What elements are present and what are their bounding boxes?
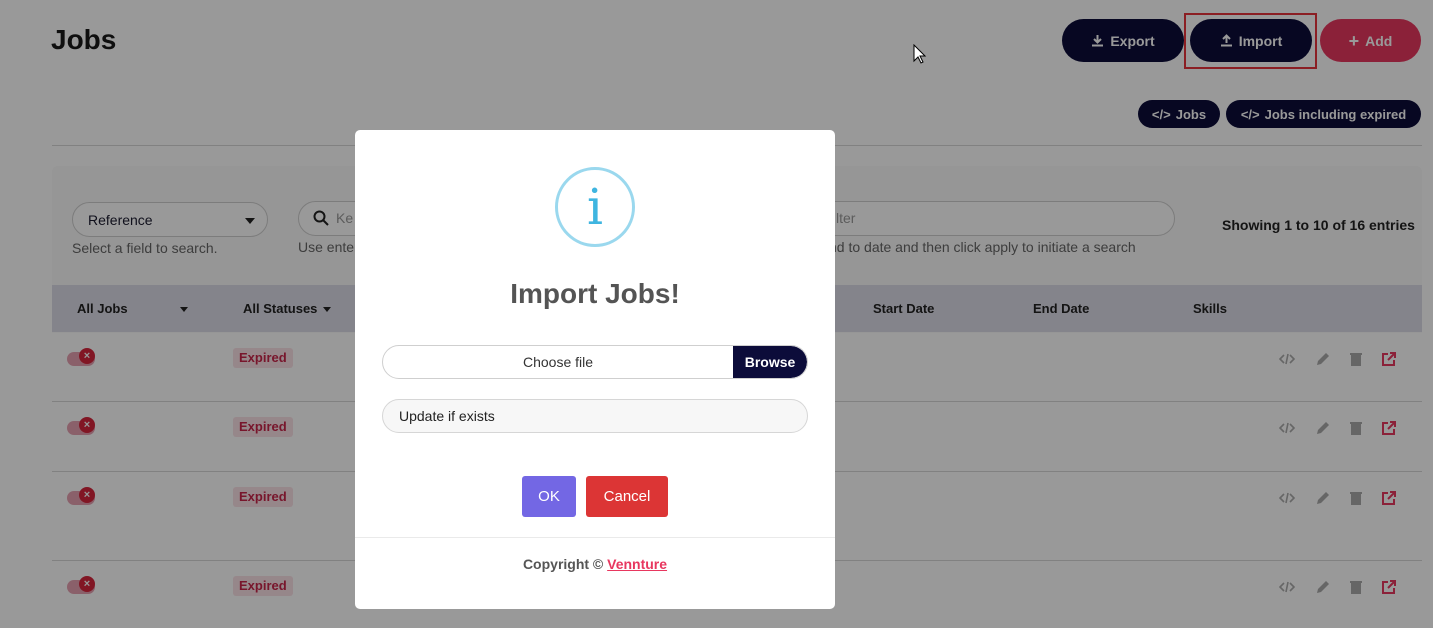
file-input[interactable]: Choose file Browse	[382, 345, 808, 379]
update-if-exists-option[interactable]: Update if exists	[382, 399, 808, 433]
copyright-text: Copyright ©	[522, 556, 604, 572]
dialog-title: Import Jobs!	[510, 278, 680, 309]
mouse-cursor-icon	[913, 44, 927, 64]
browse-button[interactable]: Browse	[733, 346, 807, 378]
cancel-button[interactable]: Cancel	[586, 476, 668, 517]
vennture-link[interactable]: Vennture	[607, 556, 667, 572]
import-jobs-dialog: i Import Jobs! Choose file Browse Update…	[355, 130, 835, 609]
file-input-label: Choose file	[522, 354, 594, 370]
info-icon: i	[555, 167, 635, 247]
dialog-divider	[355, 537, 835, 538]
info-glyph: i	[587, 178, 603, 236]
ok-button[interactable]: OK	[522, 476, 576, 517]
dialog-footer: Copyright © Vennture	[355, 556, 835, 572]
